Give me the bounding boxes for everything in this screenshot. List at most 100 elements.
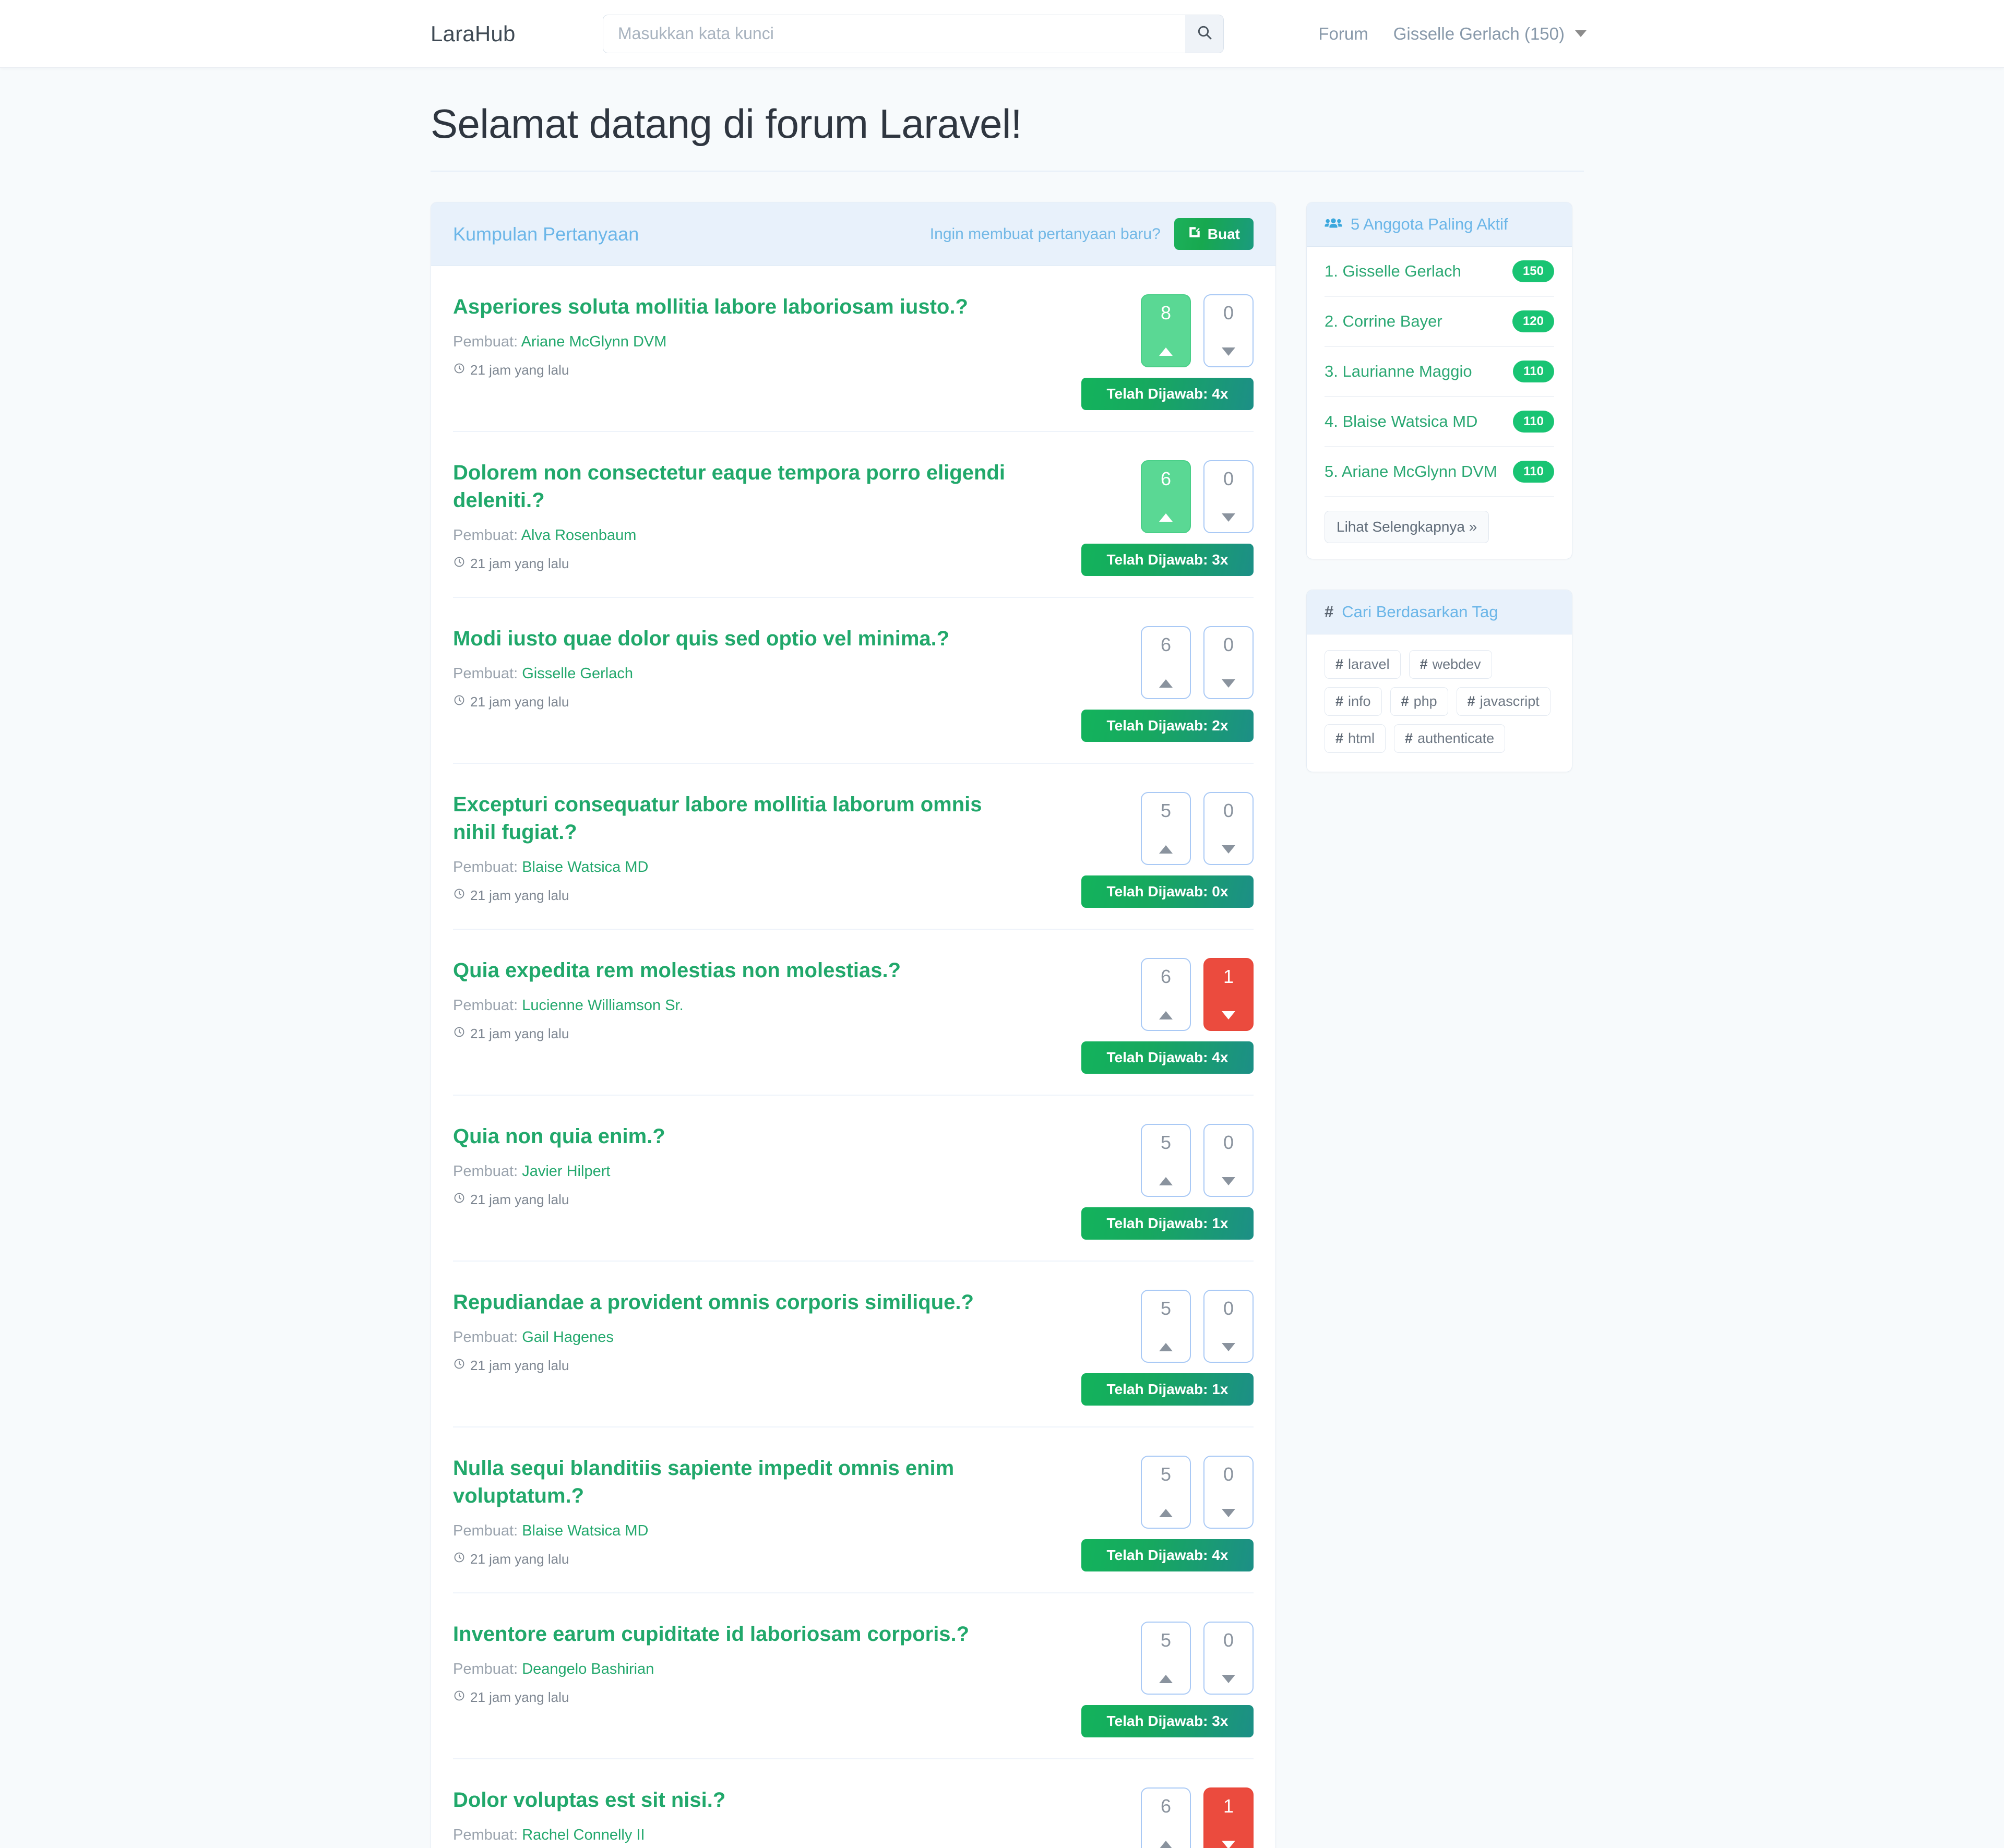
question-title-link[interactable]: Quia non quia enim.? bbox=[453, 1123, 1027, 1150]
tag-chip[interactable]: # php bbox=[1390, 687, 1448, 716]
chevron-down-icon[interactable] bbox=[1575, 30, 1586, 37]
create-question-button[interactable]: Buat bbox=[1174, 218, 1254, 250]
upvote-button[interactable]: 5 bbox=[1141, 1622, 1191, 1695]
question-row: Repudiandae a provident omnis corporis s… bbox=[453, 1262, 1254, 1427]
question-author-link[interactable]: Ariane McGlynn DVM bbox=[521, 333, 667, 350]
upvote-button[interactable]: 5 bbox=[1141, 1290, 1191, 1363]
tag-chip[interactable]: # authenticate bbox=[1394, 724, 1506, 753]
question-author-link[interactable]: Deangelo Bashirian bbox=[522, 1661, 654, 1677]
member-row: 1. Gisselle Gerlach 150 bbox=[1325, 247, 1554, 297]
question-title-link[interactable]: Repudiandae a provident omnis corporis s… bbox=[453, 1289, 1027, 1316]
downvote-button[interactable]: 1 bbox=[1203, 958, 1254, 1031]
downvote-button[interactable]: 0 bbox=[1203, 1290, 1254, 1363]
answered-count-badge[interactable]: Telah Dijawab: 1x bbox=[1081, 1373, 1254, 1406]
upvote-button[interactable]: 5 bbox=[1141, 1456, 1191, 1529]
tag-chip[interactable]: # webdev bbox=[1409, 650, 1492, 679]
member-name-link[interactable]: 4. Blaise Watsica MD bbox=[1325, 411, 1477, 433]
upvote-count: 5 bbox=[1160, 1132, 1172, 1153]
question-title-link[interactable]: Modi iusto quae dolor quis sed optio vel… bbox=[453, 625, 1027, 653]
question-author-link[interactable]: Gisselle Gerlach bbox=[522, 665, 633, 682]
question-vote-area: 61Telah Dijawab: 3x bbox=[1076, 1783, 1254, 1848]
question-author-label: Pembuat: bbox=[453, 858, 518, 875]
downvote-button[interactable]: 1 bbox=[1203, 1787, 1254, 1848]
question-title-link[interactable]: Dolor voluptas est sit nisi.? bbox=[453, 1786, 1027, 1814]
question-author-link[interactable]: Gail Hagenes bbox=[522, 1329, 614, 1346]
question-title-link[interactable]: Nulla sequi blanditiis sapiente impedit … bbox=[453, 1455, 1027, 1510]
nav-link-user-menu[interactable]: Gisselle Gerlach (150) bbox=[1393, 24, 1565, 44]
tag-chip[interactable]: # javascript bbox=[1456, 687, 1550, 716]
answered-count-badge[interactable]: Telah Dijawab: 3x bbox=[1081, 544, 1254, 576]
search-icon bbox=[1196, 24, 1213, 43]
create-question-hint: Ingin membuat pertanyaan baru? bbox=[929, 225, 1161, 243]
upvote-button[interactable]: 5 bbox=[1141, 792, 1191, 865]
question-author-link[interactable]: Blaise Watsica MD bbox=[522, 859, 648, 875]
upvote-button[interactable]: 6 bbox=[1141, 460, 1191, 533]
arrow-up-icon bbox=[1159, 1841, 1173, 1848]
upvote-button[interactable]: 8 bbox=[1141, 294, 1191, 367]
member-name-link[interactable]: 1. Gisselle Gerlach bbox=[1325, 260, 1461, 282]
question-title-link[interactable]: Dolorem non consectetur eaque tempora po… bbox=[453, 459, 1027, 514]
tag-chip[interactable]: # laravel bbox=[1325, 650, 1401, 679]
upvote-count: 6 bbox=[1160, 966, 1172, 987]
member-score-badge: 150 bbox=[1512, 260, 1554, 282]
answered-count-badge[interactable]: Telah Dijawab: 4x bbox=[1081, 1539, 1254, 1571]
downvote-button[interactable]: 0 bbox=[1203, 626, 1254, 699]
upvote-button[interactable]: 6 bbox=[1141, 626, 1191, 699]
upvote-button[interactable]: 5 bbox=[1141, 1124, 1191, 1197]
clock-icon bbox=[453, 694, 466, 710]
arrow-down-icon bbox=[1222, 1177, 1235, 1185]
upvote-button[interactable]: 6 bbox=[1141, 958, 1191, 1031]
tag-chip[interactable]: # info bbox=[1325, 687, 1382, 716]
vote-pair: 61 bbox=[1141, 1787, 1254, 1848]
brand-logo[interactable]: LaraHub bbox=[431, 21, 516, 46]
question-timestamp: 21 jam yang lalu bbox=[453, 556, 1055, 572]
question-author-link[interactable]: Rachel Connelly II bbox=[522, 1827, 645, 1843]
question-time-text: 21 jam yang lalu bbox=[470, 693, 569, 710]
downvote-button[interactable]: 0 bbox=[1203, 460, 1254, 533]
downvote-button[interactable]: 0 bbox=[1203, 1622, 1254, 1695]
downvote-button[interactable]: 0 bbox=[1203, 1456, 1254, 1529]
vote-pair: 50 bbox=[1141, 1290, 1254, 1363]
question-time-text: 21 jam yang lalu bbox=[470, 1551, 569, 1567]
vote-pair: 50 bbox=[1141, 1124, 1254, 1197]
answered-count-badge[interactable]: Telah Dijawab: 3x bbox=[1081, 1705, 1254, 1737]
clock-icon bbox=[453, 887, 466, 904]
active-members-header: 5 Anggota Paling Aktif bbox=[1307, 202, 1572, 247]
nav-link-forum[interactable]: Forum bbox=[1318, 24, 1368, 44]
question-author-link[interactable]: Alva Rosenbaum bbox=[521, 527, 637, 544]
question-author-link[interactable]: Lucienne Williamson Sr. bbox=[522, 997, 683, 1014]
question-title-link[interactable]: Excepturi consequatur labore mollitia la… bbox=[453, 791, 1027, 846]
view-more-members-button[interactable]: Lihat Selengkapnya » bbox=[1325, 511, 1489, 543]
member-score-badge: 120 bbox=[1512, 310, 1554, 332]
users-icon bbox=[1325, 215, 1342, 234]
search-button[interactable] bbox=[1185, 14, 1224, 53]
answered-count-badge[interactable]: Telah Dijawab: 4x bbox=[1081, 378, 1254, 410]
question-time-text: 21 jam yang lalu bbox=[470, 362, 569, 378]
question-author-link[interactable]: Javier Hilpert bbox=[522, 1163, 610, 1180]
answered-count-badge[interactable]: Telah Dijawab: 1x bbox=[1081, 1207, 1254, 1240]
question-title-link[interactable]: Quia expedita rem molestias non molestia… bbox=[453, 957, 1027, 985]
downvote-button[interactable]: 0 bbox=[1203, 294, 1254, 367]
answered-count-badge[interactable]: Telah Dijawab: 2x bbox=[1081, 710, 1254, 742]
tags-header: # Cari Berdasarkan Tag bbox=[1307, 590, 1572, 634]
answered-count-badge[interactable]: Telah Dijawab: 4x bbox=[1081, 1041, 1254, 1074]
question-row: Excepturi consequatur labore mollitia la… bbox=[453, 764, 1254, 930]
question-author-link[interactable]: Blaise Watsica MD bbox=[522, 1522, 648, 1539]
question-info: Dolor voluptas est sit nisi.? Pembuat: Ra… bbox=[453, 1783, 1076, 1848]
question-author-label: Pembuat: bbox=[453, 1328, 518, 1346]
downvote-button[interactable]: 0 bbox=[1203, 792, 1254, 865]
downvote-button[interactable]: 0 bbox=[1203, 1124, 1254, 1197]
upvote-button[interactable]: 6 bbox=[1141, 1787, 1191, 1848]
question-title-link[interactable]: Inventore earum cupiditate id laboriosam… bbox=[453, 1621, 1027, 1648]
arrow-down-icon bbox=[1222, 1509, 1235, 1517]
member-name-link[interactable]: 3. Laurianne Maggio bbox=[1325, 361, 1472, 382]
tag-label: php bbox=[1413, 693, 1437, 709]
question-author: Pembuat: Gisselle Gerlach bbox=[453, 665, 1055, 682]
member-name-link[interactable]: 2. Corrine Bayer bbox=[1325, 310, 1442, 332]
member-name-link[interactable]: 5. Ariane McGlynn DVM bbox=[1325, 461, 1497, 483]
search-input[interactable] bbox=[603, 14, 1185, 53]
question-title-link[interactable]: Asperiores soluta mollitia labore labori… bbox=[453, 293, 1027, 321]
tag-chip[interactable]: # html bbox=[1325, 724, 1386, 753]
hash-icon: # bbox=[1335, 693, 1344, 709]
answered-count-badge[interactable]: Telah Dijawab: 0x bbox=[1081, 875, 1254, 908]
